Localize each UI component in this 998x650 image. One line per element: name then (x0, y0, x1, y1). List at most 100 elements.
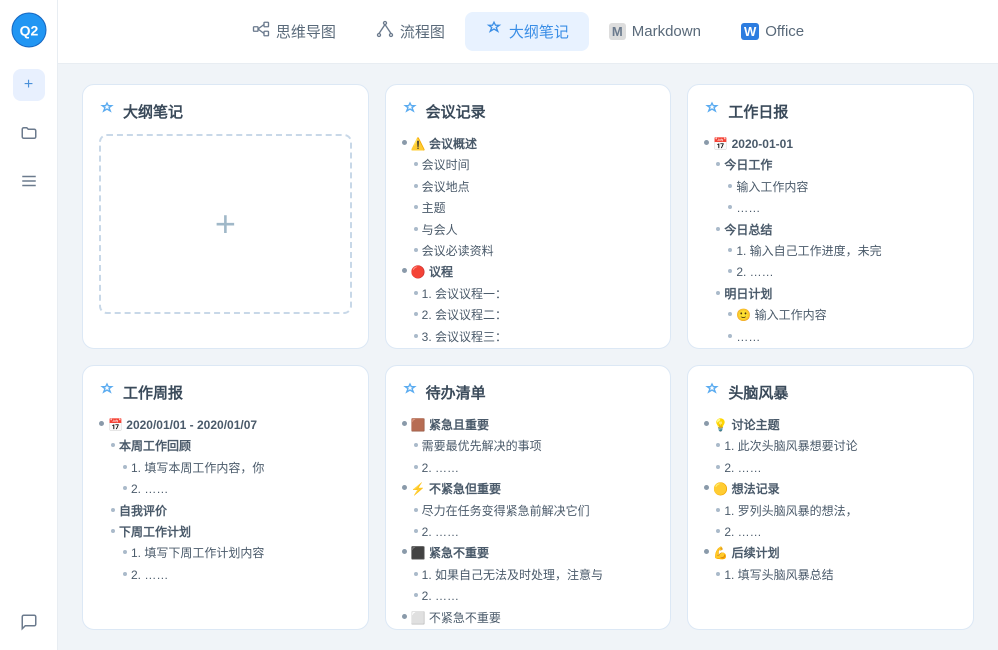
office-icon: W (741, 23, 759, 40)
card-brainstorm: 头脑风暴 💡 讨论主题 1. 此次头脑风暴想要讨论 2. …… 🟡 想法记 (687, 365, 974, 630)
bullet-dot (402, 140, 407, 145)
card-todo-header: 待办清单 (402, 382, 655, 403)
list-item: 今日工作 (704, 155, 957, 175)
bullet-dot-sm (123, 572, 127, 576)
list-item: 🔵 讨论 (402, 348, 655, 349)
bullet-dot-sm (414, 529, 418, 533)
list-item: 2. …… (704, 262, 957, 282)
bullet-dot (704, 421, 709, 426)
bullet-dot-sm (414, 312, 418, 316)
bullet-dot-sm (728, 269, 732, 273)
list-item: 与会人 (402, 220, 655, 240)
bullet-dot-sm (716, 227, 720, 231)
list-item: 🔴 议程 (402, 262, 655, 282)
bullet-dot-sm (111, 508, 115, 512)
list-icon[interactable] (13, 165, 45, 197)
nav-outline-label: 大纲笔记 (509, 21, 569, 42)
chat-icon[interactable] (13, 606, 45, 638)
folder-icon[interactable] (13, 117, 45, 149)
card-outline-icon (99, 101, 115, 122)
card-brainstorm-title: 头脑风暴 (728, 382, 788, 403)
bullet-dot (704, 140, 709, 145)
card-outline-header: 大纲笔记 (99, 101, 352, 122)
bullet-dot-sm (414, 593, 418, 597)
card-outline-note: 大纲笔记 + (82, 84, 369, 349)
cards-grid: 大纲笔记 + 会议记录 ⚠️ 会议概述 (58, 64, 998, 650)
bullet-dot-sm (414, 572, 418, 576)
list-item: 今日总结 (704, 220, 957, 240)
bullet-dot-sm (716, 465, 720, 469)
card-daily-content: 📅 2020-01-01 今日工作 输入工作内容 …… 今日总结 (704, 134, 957, 347)
list-item: 自我评价 (99, 501, 352, 521)
top-nav: 思维导图 流程图 大纲笔记 M Markdown W (58, 0, 998, 64)
bullet-dot-sm (414, 227, 418, 231)
list-item: 2. …… (402, 586, 655, 606)
bullet-dot-sm (716, 443, 720, 447)
list-item: 💡 讨论主题 (704, 415, 957, 435)
nav-office[interactable]: W Office (721, 15, 824, 48)
bullet-dot-sm (414, 508, 418, 512)
card-meeting-icon (402, 101, 418, 122)
app-logo: Q2 (11, 12, 47, 53)
list-item: 🟫 紧急且重要 (402, 415, 655, 435)
bullet-dot-sm (728, 312, 732, 316)
markdown-icon: M (609, 23, 626, 40)
list-item: 🟡 想法记录 (704, 479, 957, 499)
bullet-dot (402, 614, 407, 619)
list-item: 明日计划 (704, 284, 957, 304)
card-meeting-header: 会议记录 (402, 101, 655, 122)
bullet-dot (704, 549, 709, 554)
card-brainstorm-icon (704, 382, 720, 403)
list-item: 1. 此次头脑风暴想要讨论 (704, 436, 957, 456)
bullet-dot (704, 485, 709, 490)
bullet-dot-sm (414, 162, 418, 166)
list-item: 🙂 输入工作内容 (704, 305, 957, 325)
blank-card-add[interactable]: + (99, 134, 352, 314)
bullet-dot-sm (414, 291, 418, 295)
list-item: 2. …… (99, 479, 352, 499)
card-weekly-content: 📅 2020/01/01 - 2020/01/07 本周工作回顾 1. 填写本周… (99, 415, 352, 585)
bullet-dot-sm (716, 162, 720, 166)
card-daily-icon (704, 101, 720, 122)
bullet-dot (402, 268, 407, 273)
list-item: …… (704, 198, 957, 218)
list-item: 1. 如果自己无法及时处理，注意与 (402, 565, 655, 585)
card-meeting-title: 会议记录 (426, 101, 486, 122)
card-todo-icon (402, 382, 418, 403)
list-item: 下周工作计划 (99, 522, 352, 542)
card-todo-title: 待办清单 (426, 382, 486, 403)
list-item: 2. …… (99, 565, 352, 585)
nav-outline[interactable]: 大纲笔记 (465, 12, 589, 51)
list-item: 1. 填写本周工作内容，你 (99, 458, 352, 478)
bullet-dot-sm (123, 465, 127, 469)
bullet-dot (402, 485, 407, 490)
list-item: 📅 2020-01-01 (704, 134, 957, 154)
main-content: 思维导图 流程图 大纲笔记 M Markdown W (58, 0, 998, 650)
list-item: …… (704, 327, 957, 347)
list-item: 1. 填写下周工作计划内容 (99, 543, 352, 563)
list-item: 尽力在任务变得紧急前解决它们 (402, 501, 655, 521)
bullet-dot-sm (716, 572, 720, 576)
card-daily-title: 工作日报 (728, 101, 788, 122)
card-weekly-icon (99, 382, 115, 403)
bullet-dot-sm (414, 443, 418, 447)
add-icon[interactable]: + (13, 69, 45, 101)
nav-mindmap-label: 思维导图 (276, 21, 336, 42)
list-item: ⚠️ 会议概述 (402, 134, 655, 154)
bullet-dot-sm (414, 184, 418, 188)
plus-icon: + (215, 203, 236, 245)
nav-flowchart[interactable]: 流程图 (356, 12, 465, 51)
bullet-dot (402, 549, 407, 554)
bullet-dot-sm (123, 486, 127, 490)
nav-markdown[interactable]: M Markdown (589, 15, 721, 48)
list-item: 💪 后续计划 (704, 543, 957, 563)
card-brainstorm-header: 头脑风暴 (704, 382, 957, 403)
nav-mindmap[interactable]: 思维导图 (232, 12, 356, 51)
list-item: 2. …… (402, 458, 655, 478)
card-weekly-header: 工作周报 (99, 382, 352, 403)
list-item: 主题 (402, 198, 655, 218)
card-meeting: 会议记录 ⚠️ 会议概述 会议时间 会议地点 主题 (385, 84, 672, 349)
bullet-dot-sm (728, 205, 732, 209)
list-item: ⬜ 不紧急不重要 (402, 608, 655, 628)
card-weekly: 工作周报 📅 2020/01/01 - 2020/01/07 本周工作回顾 1.… (82, 365, 369, 630)
